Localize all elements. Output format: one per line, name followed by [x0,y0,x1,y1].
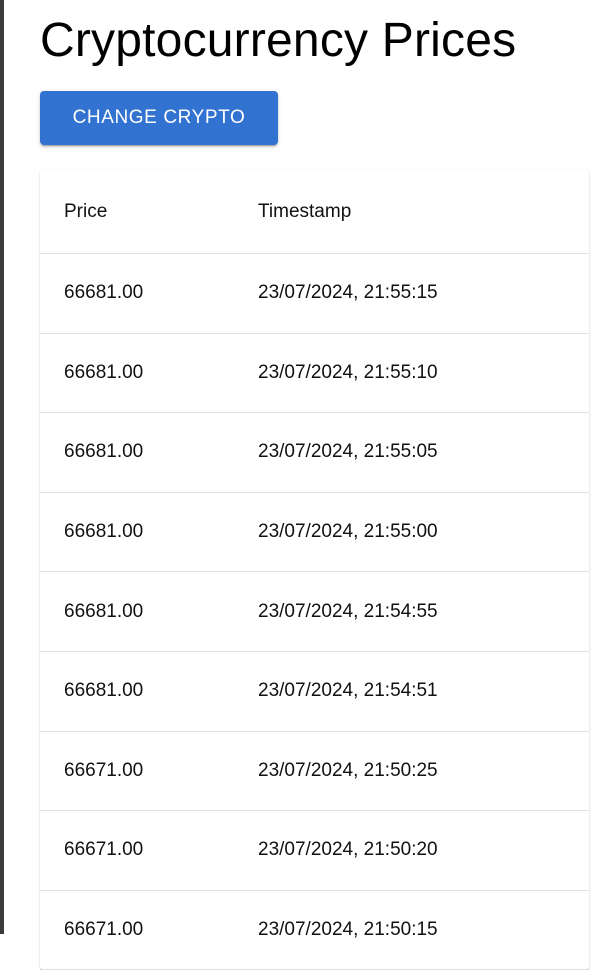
price-cell: 66671.00 [40,731,234,812]
prices-table-card: Price Timestamp 66681.00 23/07/2024, 21:… [40,170,589,970]
table-header: Price Timestamp [40,170,589,254]
table-header-row: Price Timestamp [40,170,589,254]
table-row: 66681.00 23/07/2024, 21:55:10 [40,333,589,414]
table-body: 66681.00 23/07/2024, 21:55:15 66681.00 2… [40,253,589,970]
window-left-edge [0,0,4,934]
price-cell: 66681.00 [40,651,234,732]
column-header-timestamp: Timestamp [234,170,589,254]
price-cell: 66681.00 [40,571,234,652]
page-title: Cryptocurrency Prices [40,14,517,67]
column-header-price: Price [40,170,234,254]
timestamp-cell: 23/07/2024, 21:55:05 [234,412,589,493]
price-cell: 66671.00 [40,890,234,970]
timestamp-cell: 23/07/2024, 21:50:20 [234,810,589,891]
price-cell: 66671.00 [40,810,234,891]
timestamp-cell: 23/07/2024, 21:55:15 [234,253,589,334]
change-crypto-button[interactable]: CHANGE CRYPTO [40,91,278,145]
table-row: 66681.00 23/07/2024, 21:55:00 [40,492,589,573]
table-row: 66681.00 23/07/2024, 21:54:51 [40,651,589,732]
timestamp-cell: 23/07/2024, 21:54:51 [234,651,589,732]
table-row: 66681.00 23/07/2024, 21:55:05 [40,412,589,493]
price-cell: 66681.00 [40,253,234,334]
timestamp-cell: 23/07/2024, 21:50:15 [234,890,589,970]
prices-table: Price Timestamp 66681.00 23/07/2024, 21:… [40,170,589,970]
price-cell: 66681.00 [40,412,234,493]
table-row: 66671.00 23/07/2024, 21:50:25 [40,731,589,812]
timestamp-cell: 23/07/2024, 21:50:25 [234,731,589,812]
timestamp-cell: 23/07/2024, 21:55:00 [234,492,589,573]
timestamp-cell: 23/07/2024, 21:55:10 [234,333,589,414]
table-row: 66681.00 23/07/2024, 21:54:55 [40,571,589,652]
table-row: 66681.00 23/07/2024, 21:55:15 [40,253,589,334]
table-row: 66671.00 23/07/2024, 21:50:20 [40,810,589,891]
table-row: 66671.00 23/07/2024, 21:50:15 [40,890,589,970]
price-cell: 66681.00 [40,333,234,414]
timestamp-cell: 23/07/2024, 21:54:55 [234,571,589,652]
price-cell: 66681.00 [40,492,234,573]
